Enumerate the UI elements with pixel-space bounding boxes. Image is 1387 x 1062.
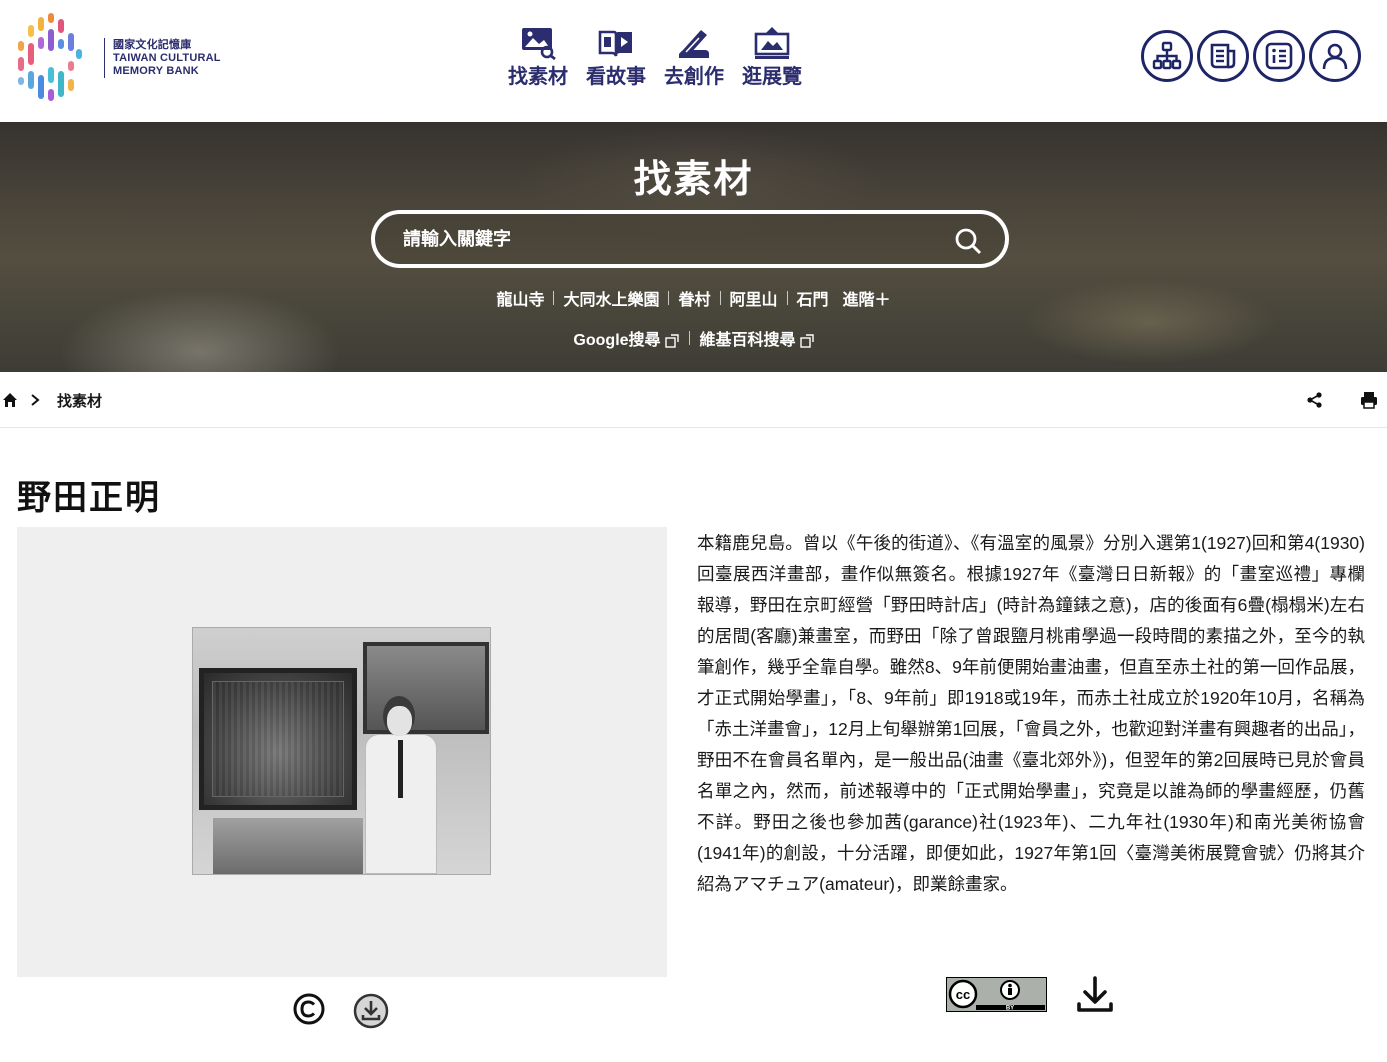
wikipedia-search-label: 維基百科搜尋 bbox=[699, 332, 796, 349]
logo-line-zh: 國家文化記憶庫 bbox=[113, 38, 192, 51]
pen-hand-icon bbox=[679, 30, 709, 58]
cc-by-license-badge[interactable]: cc BY bbox=[946, 977, 1047, 1012]
user-button[interactable] bbox=[1309, 30, 1361, 82]
separator bbox=[553, 291, 555, 305]
sitemap-button[interactable] bbox=[1141, 30, 1193, 82]
logo-text: 國家文化記憶庫 TAIWAN CULTURAL MEMORY BANK bbox=[113, 39, 221, 78]
search-hero: 找素材 龍山寺 大同水上樂園 眷村 阿里山 石門 進階＋ Google搜尋 維基… bbox=[0, 122, 1387, 372]
chevron-right-icon bbox=[31, 394, 40, 406]
image-search-icon bbox=[522, 28, 556, 60]
search-box bbox=[371, 210, 1009, 268]
hot-keyword[interactable]: 眷村 bbox=[678, 286, 710, 310]
utility-nav bbox=[1141, 30, 1361, 82]
book-play-icon bbox=[598, 30, 632, 57]
hot-keyword[interactable]: 龍山寺 bbox=[496, 286, 544, 310]
item-description: 本籍鹿兒島。曾以《午後的街道》、《有溫室的風景》分別入選第1(1927)回和第4… bbox=[697, 533, 1365, 894]
home-icon[interactable] bbox=[2, 392, 18, 408]
breadcrumb: 找素材 bbox=[0, 372, 1387, 428]
page-title: 野田正明 bbox=[17, 478, 161, 518]
nav-label: 去創作 bbox=[664, 66, 724, 88]
nav-create[interactable]: 去創作 bbox=[656, 26, 732, 89]
nav-label: 逛展覽 bbox=[742, 66, 802, 88]
license-label: BY bbox=[1006, 1006, 1014, 1012]
search-icon[interactable] bbox=[953, 226, 983, 256]
person-face bbox=[387, 706, 412, 736]
main-nav: 找素材 看故事 去創作 逛展覽 bbox=[500, 26, 810, 89]
advanced-search-link[interactable]: 進階＋ bbox=[843, 286, 891, 310]
separator bbox=[688, 331, 690, 345]
nav-label: 看故事 bbox=[586, 66, 646, 88]
hot-keywords: 龍山寺 大同水上樂園 眷村 阿里山 石門 進階＋ bbox=[0, 286, 1387, 310]
hero-title: 找素材 bbox=[633, 159, 754, 201]
hot-keyword[interactable]: 大同水上樂園 bbox=[563, 286, 659, 310]
external-link-icon bbox=[664, 334, 679, 348]
nav-find-materials[interactable]: 找素材 bbox=[500, 26, 576, 89]
site-logo[interactable]: 國家文化記憶庫 TAIWAN CULTURAL MEMORY BANK bbox=[16, 12, 226, 104]
logo-line-en1: TAIWAN CULTURAL bbox=[113, 51, 221, 64]
sitemap-icon bbox=[1152, 41, 1182, 70]
hot-keyword[interactable]: 阿里山 bbox=[730, 286, 778, 310]
artwork-photo[interactable] bbox=[192, 627, 491, 875]
site-header: 國家文化記憶庫 TAIWAN CULTURAL MEMORY BANK 找素材 bbox=[0, 0, 1387, 122]
logo-mark-icon bbox=[16, 13, 84, 103]
user-icon bbox=[1322, 43, 1348, 70]
logo-line-en2: MEMORY BANK bbox=[113, 64, 199, 77]
google-search-label: Google搜尋 bbox=[573, 332, 661, 349]
copyright-icon[interactable] bbox=[292, 992, 326, 1026]
painting-background bbox=[363, 642, 489, 734]
print-icon[interactable] bbox=[1360, 391, 1378, 409]
breadcrumb-current[interactable]: 找素材 bbox=[57, 390, 102, 411]
separator bbox=[786, 291, 788, 305]
news-button[interactable] bbox=[1197, 30, 1249, 82]
news-icon bbox=[1210, 43, 1236, 69]
nav-read-stories[interactable]: 看故事 bbox=[578, 26, 654, 89]
download-icon[interactable] bbox=[1074, 974, 1116, 1016]
google-search-link[interactable]: Google搜尋 bbox=[573, 326, 679, 350]
share-icon[interactable] bbox=[1306, 391, 1324, 409]
wikipedia-search-link[interactable]: 維基百科搜尋 bbox=[700, 326, 814, 350]
image-actions bbox=[0, 990, 684, 1030]
image-viewer bbox=[17, 527, 667, 977]
external-search: Google搜尋 維基百科搜尋 bbox=[0, 326, 1387, 350]
search-input[interactable] bbox=[403, 224, 923, 254]
painting-foreground bbox=[199, 668, 357, 810]
info-button[interactable] bbox=[1253, 30, 1305, 82]
info-icon bbox=[1265, 42, 1293, 70]
svg-text:cc: cc bbox=[956, 987, 970, 1002]
separator bbox=[668, 291, 670, 305]
gallery-icon bbox=[754, 27, 790, 59]
nav-label: 找素材 bbox=[508, 66, 568, 88]
download-disabled-icon[interactable] bbox=[352, 992, 390, 1030]
easel bbox=[213, 818, 363, 874]
logo-divider bbox=[104, 38, 105, 78]
hot-keyword[interactable]: 石門 bbox=[797, 286, 829, 310]
person-tie bbox=[398, 740, 403, 798]
nav-exhibitions[interactable]: 逛展覽 bbox=[734, 26, 810, 89]
separator bbox=[719, 291, 721, 305]
external-link-icon bbox=[799, 334, 814, 348]
